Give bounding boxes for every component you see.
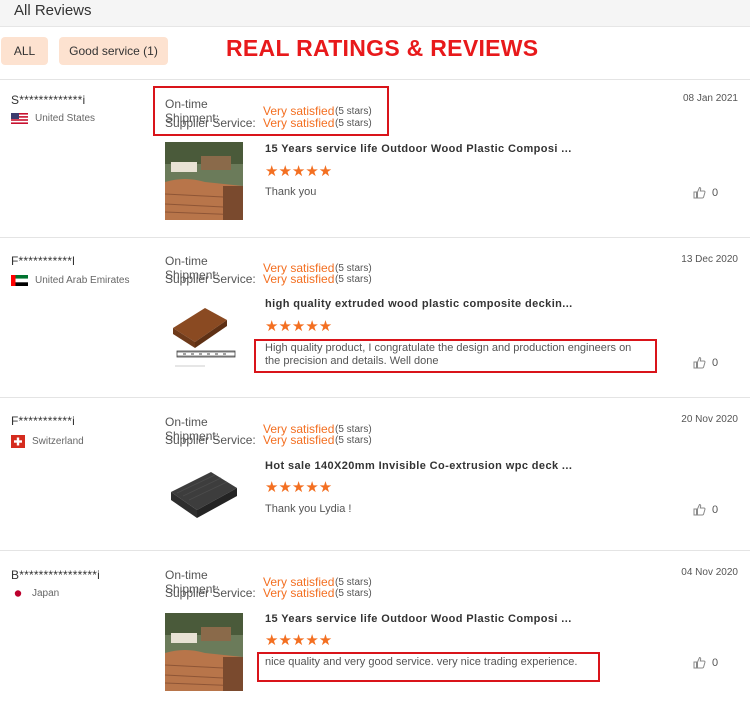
- product-star-rating: ★★★★★: [265, 632, 333, 649]
- product-thumbnail[interactable]: [165, 613, 243, 691]
- service-stars-text: (5 stars): [335, 117, 372, 129]
- product-star-rating: ★★★★★: [265, 479, 333, 496]
- filter-all-button[interactable]: ALL: [1, 37, 48, 65]
- product-thumbnail[interactable]: [165, 298, 243, 376]
- service-rating: Supplier Service: Very satisfied (5 star…: [165, 272, 372, 286]
- service-value: Very satisfied: [263, 272, 335, 286]
- reviewer-country: Japan: [11, 588, 59, 599]
- japan-flag-icon: [11, 588, 25, 599]
- service-rating: Supplier Service: Very satisfied (5 star…: [165, 586, 372, 600]
- promo-banner-text: REAL RATINGS & REVIEWS: [226, 35, 539, 61]
- reviewer-name: S*************i: [11, 93, 86, 107]
- filter-good-service-button[interactable]: Good service (1): [59, 37, 168, 65]
- shipment-stars-text: (5 stars): [335, 105, 372, 117]
- thumbs-up-icon: [693, 356, 706, 369]
- reviewer-name: F***********i: [11, 414, 75, 428]
- switzerland-flag-icon: [11, 435, 25, 448]
- review-date: 08 Jan 2021: [682, 93, 738, 104]
- reviewer-country: United Arab Emirates: [11, 275, 130, 286]
- review-comment: nice quality and very good service. very…: [265, 656, 578, 668]
- like-count: 0: [712, 503, 719, 516]
- service-rating: Supplier Service: Very satisfied (5 star…: [165, 433, 372, 447]
- review-date: 13 Dec 2020: [681, 254, 738, 265]
- thumbs-up-icon: [693, 503, 706, 516]
- service-stars-text: (5 stars): [335, 273, 372, 285]
- product-title-link[interactable]: Hot sale 140X20mm Invisible Co-extrusion…: [265, 460, 572, 472]
- reviews-header: All Reviews: [0, 0, 750, 27]
- product-title-link[interactable]: 15 Years service life Outdoor Wood Plast…: [265, 613, 572, 625]
- country-label: United Arab Emirates: [35, 275, 130, 286]
- review-date: 20 Nov 2020: [681, 414, 738, 425]
- like-count: 0: [712, 186, 719, 199]
- like-button[interactable]: 0: [693, 656, 718, 669]
- uae-flag-icon: [11, 275, 28, 286]
- like-button[interactable]: 0: [693, 503, 718, 516]
- service-label: Supplier Service:: [165, 116, 256, 130]
- product-title-link[interactable]: high quality extruded wood plastic compo…: [265, 298, 573, 310]
- product-thumbnail[interactable]: [165, 142, 243, 220]
- service-label: Supplier Service:: [165, 586, 256, 600]
- service-value: Very satisfied: [263, 116, 335, 130]
- like-button[interactable]: 0: [693, 186, 718, 199]
- review-date: 04 Nov 2020: [681, 567, 738, 578]
- thumbs-up-icon: [693, 656, 706, 669]
- reviewer-name: F***********l: [11, 254, 75, 268]
- filter-bar: ALL Good service (1) REAL RATINGS & REVI…: [0, 30, 750, 80]
- product-title-link[interactable]: 15 Years service life Outdoor Wood Plast…: [265, 143, 572, 155]
- service-stars-text: (5 stars): [335, 434, 372, 446]
- reviewer-name: B****************i: [11, 568, 100, 582]
- review-comment: Thank you Lydia !: [265, 503, 352, 515]
- review-item: B****************i Japan On-time Shipmen…: [0, 551, 750, 701]
- review-item: F***********i Switzerland On-time Shipme…: [0, 398, 750, 551]
- country-label: United States: [35, 113, 96, 124]
- product-star-rating: ★★★★★: [265, 163, 333, 180]
- service-label: Supplier Service:: [165, 272, 256, 286]
- service-rating: Supplier Service: Very satisfied (5 star…: [165, 116, 372, 130]
- product-thumbnail[interactable]: [165, 458, 243, 536]
- thumbs-up-icon: [693, 186, 706, 199]
- page-title: All Reviews: [14, 2, 92, 19]
- review-comment: High quality product, I congratulate the…: [265, 342, 632, 367]
- like-count: 0: [712, 356, 719, 369]
- service-value: Very satisfied: [263, 586, 335, 600]
- us-flag-icon: [11, 113, 28, 124]
- service-label: Supplier Service:: [165, 433, 256, 447]
- country-label: Japan: [32, 588, 60, 599]
- product-star-rating: ★★★★★: [265, 318, 333, 335]
- review-item: F***********l United Arab Emirates On-ti…: [0, 238, 750, 398]
- like-button[interactable]: 0: [693, 356, 718, 369]
- reviewer-country: Switzerland: [11, 435, 84, 448]
- review-comment: Thank you: [265, 186, 317, 198]
- country-label: Switzerland: [32, 436, 84, 447]
- service-stars-text: (5 stars): [335, 587, 372, 599]
- service-value: Very satisfied: [263, 433, 335, 447]
- reviewer-country: United States: [11, 113, 95, 124]
- like-count: 0: [712, 656, 719, 669]
- review-item: S*************i United States On-time Sh…: [0, 81, 750, 238]
